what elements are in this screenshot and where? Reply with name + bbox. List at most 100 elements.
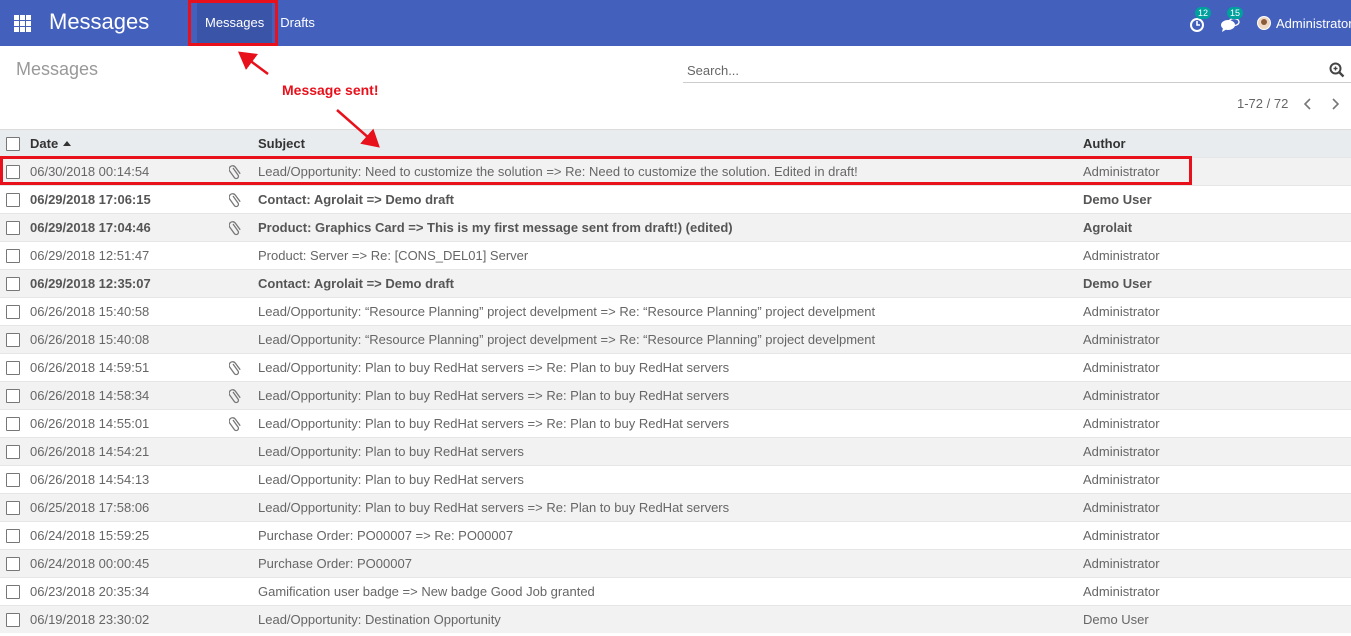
cell-subject: Lead/Opportunity: Plan to buy RedHat ser…	[258, 416, 730, 431]
table-row[interactable]: 06/29/2018 12:51:47 Product: Server => Re…	[0, 241, 1351, 269]
table-row[interactable]: 06/26/2018 15:40:58 Lead/Opportunity: “Re…	[0, 297, 1351, 325]
row-checkbox[interactable]	[6, 193, 20, 207]
chevron-right-icon[interactable]	[1329, 96, 1341, 112]
table-row[interactable]: 06/26/2018 14:55:01 Lead/Opportunity: Pla…	[0, 409, 1351, 437]
table-row[interactable]: 06/26/2018 14:54:13 Lead/Opportunity: Pla…	[0, 465, 1351, 493]
search-icon[interactable]	[1329, 62, 1345, 78]
activity-badge: 12	[1195, 7, 1212, 19]
app-menu: Messages Drafts	[197, 0, 323, 46]
annotation-text: Message sent!	[282, 82, 379, 98]
avatar	[1257, 16, 1271, 30]
row-checkbox[interactable]	[6, 585, 20, 599]
cell-subject: Product: Graphics Card => This is my fir…	[258, 220, 733, 235]
cell-subject: Purchase Order: PO00007 => Re: PO00007	[258, 528, 514, 543]
cell-author: Administrator	[1083, 472, 1160, 487]
row-checkbox[interactable]	[6, 417, 20, 431]
cell-subject: Gamification user badge => New badge Goo…	[258, 584, 595, 599]
table-row[interactable]: 06/24/2018 15:59:25 Purchase Order: PO000…	[0, 521, 1351, 549]
cell-date: 06/24/2018 00:00:45	[30, 556, 150, 571]
table-row[interactable]: 06/29/2018 17:06:15 Contact: Agrolait => …	[0, 185, 1351, 213]
paperclip-icon	[229, 186, 243, 214]
row-checkbox[interactable]	[6, 445, 20, 459]
cell-author: Demo User	[1083, 612, 1149, 627]
paperclip-icon	[229, 382, 243, 410]
search-box	[683, 58, 1351, 83]
discuss-badge: 15	[1227, 7, 1244, 19]
cell-date: 06/26/2018 14:59:51	[30, 360, 150, 375]
row-checkbox[interactable]	[6, 249, 20, 263]
table-row[interactable]: 06/29/2018 17:04:46 Product: Graphics Car…	[0, 213, 1351, 241]
table-row[interactable]: 06/26/2018 15:40:08 Lead/Opportunity: “Re…	[0, 325, 1351, 353]
row-checkbox[interactable]	[6, 557, 20, 571]
table-row[interactable]: 06/24/2018 00:00:45 Purchase Order: PO000…	[0, 549, 1351, 577]
cell-author: Administrator	[1083, 164, 1160, 179]
systray: 12 15 Administrator	[1187, 0, 1351, 46]
cell-subject: Product: Server => Re: [CONS_DEL01] Serv…	[258, 248, 529, 263]
cell-date: 06/19/2018 23:30:02	[30, 612, 150, 627]
table-row[interactable]: 06/23/2018 20:35:34 Gamification user bad…	[0, 577, 1351, 605]
row-checkbox[interactable]	[6, 501, 20, 515]
paperclip-icon	[229, 158, 243, 186]
list-body: 06/30/2018 00:14:54 Lead/Opportunity: Nee…	[0, 157, 1351, 633]
cell-author: Administrator	[1083, 388, 1160, 403]
row-checkbox[interactable]	[6, 361, 20, 375]
cell-author: Demo User	[1083, 276, 1152, 291]
cell-subject: Lead/Opportunity: Plan to buy RedHat ser…	[258, 472, 524, 487]
table-row[interactable]: 06/29/2018 12:35:07 Contact: Agrolait => …	[0, 269, 1351, 297]
select-all-checkbox[interactable]	[6, 137, 20, 151]
column-subject[interactable]: Subject	[258, 130, 1073, 158]
cell-author: Administrator	[1083, 584, 1160, 599]
apps-icon[interactable]	[14, 15, 31, 32]
cell-author: Demo User	[1083, 192, 1152, 207]
cell-date: 06/29/2018 17:04:46	[30, 220, 151, 235]
row-checkbox[interactable]	[6, 529, 20, 543]
column-author[interactable]: Author	[1083, 130, 1343, 158]
cell-author: Administrator	[1083, 304, 1160, 319]
cell-date: 06/29/2018 12:51:47	[30, 248, 150, 263]
cell-date: 06/26/2018 15:40:08	[30, 332, 150, 347]
cell-date: 06/24/2018 15:59:25	[30, 528, 150, 543]
column-date[interactable]: Date	[30, 130, 220, 158]
cell-author: Administrator	[1083, 556, 1160, 571]
list-header: Date Subject Author	[0, 129, 1351, 157]
cell-date: 06/26/2018 14:54:21	[30, 444, 150, 459]
cell-subject: Lead/Opportunity: Plan to buy RedHat ser…	[258, 360, 730, 375]
row-checkbox[interactable]	[6, 473, 20, 487]
table-row[interactable]: 06/26/2018 14:54:21 Lead/Opportunity: Pla…	[0, 437, 1351, 465]
chevron-left-icon[interactable]	[1302, 96, 1314, 112]
table-row[interactable]: 06/26/2018 14:58:34 Lead/Opportunity: Pla…	[0, 381, 1351, 409]
app-title: Messages	[49, 9, 150, 34]
pager-value[interactable]: 1-72 / 72	[1237, 96, 1288, 111]
row-checkbox[interactable]	[6, 333, 20, 347]
cell-subject: Contact: Agrolait => Demo draft	[258, 192, 454, 207]
breadcrumb: Messages	[16, 59, 99, 79]
cell-date: 06/26/2018 14:58:34	[30, 388, 150, 403]
row-checkbox[interactable]	[6, 221, 20, 235]
cell-author: Administrator	[1083, 416, 1160, 431]
cell-date: 06/23/2018 20:35:34	[30, 584, 150, 599]
table-row[interactable]: 06/26/2018 14:59:51 Lead/Opportunity: Pla…	[0, 353, 1351, 381]
search-input[interactable]	[687, 61, 1307, 79]
cell-date: 06/30/2018 00:14:54	[30, 164, 150, 179]
main-navbar: Messages Messages Drafts 12 15 Administr…	[0, 0, 1351, 46]
table-row[interactable]: 06/25/2018 17:58:06 Lead/Opportunity: Pla…	[0, 493, 1351, 521]
user-menu[interactable]: Administrator	[1257, 16, 1351, 31]
cell-subject: Contact: Agrolait => Demo draft	[258, 276, 454, 291]
row-checkbox[interactable]	[6, 613, 20, 627]
cell-author: Administrator	[1083, 248, 1160, 263]
cell-date: 06/26/2018 14:55:01	[30, 416, 150, 431]
row-checkbox[interactable]	[6, 165, 20, 179]
table-row[interactable]: 06/19/2018 23:30:02 Lead/Opportunity: Des…	[0, 605, 1351, 633]
activity-menu[interactable]: 12	[1187, 7, 1212, 35]
paperclip-icon	[229, 410, 243, 438]
row-checkbox[interactable]	[6, 277, 20, 291]
row-checkbox[interactable]	[6, 305, 20, 319]
cell-subject: Lead/Opportunity: Destination Opportunit…	[258, 612, 501, 627]
table-row[interactable]: 06/30/2018 00:14:54 Lead/Opportunity: Nee…	[0, 157, 1351, 185]
row-checkbox[interactable]	[6, 389, 20, 403]
menu-messages[interactable]: Messages	[197, 0, 273, 46]
discuss-menu[interactable]: 15	[1219, 7, 1244, 35]
message-list: Date Subject Author 06/30/2018 00:14:54 L…	[0, 129, 1351, 633]
cell-author: Administrator	[1083, 528, 1160, 543]
menu-drafts[interactable]: Drafts	[272, 0, 323, 46]
